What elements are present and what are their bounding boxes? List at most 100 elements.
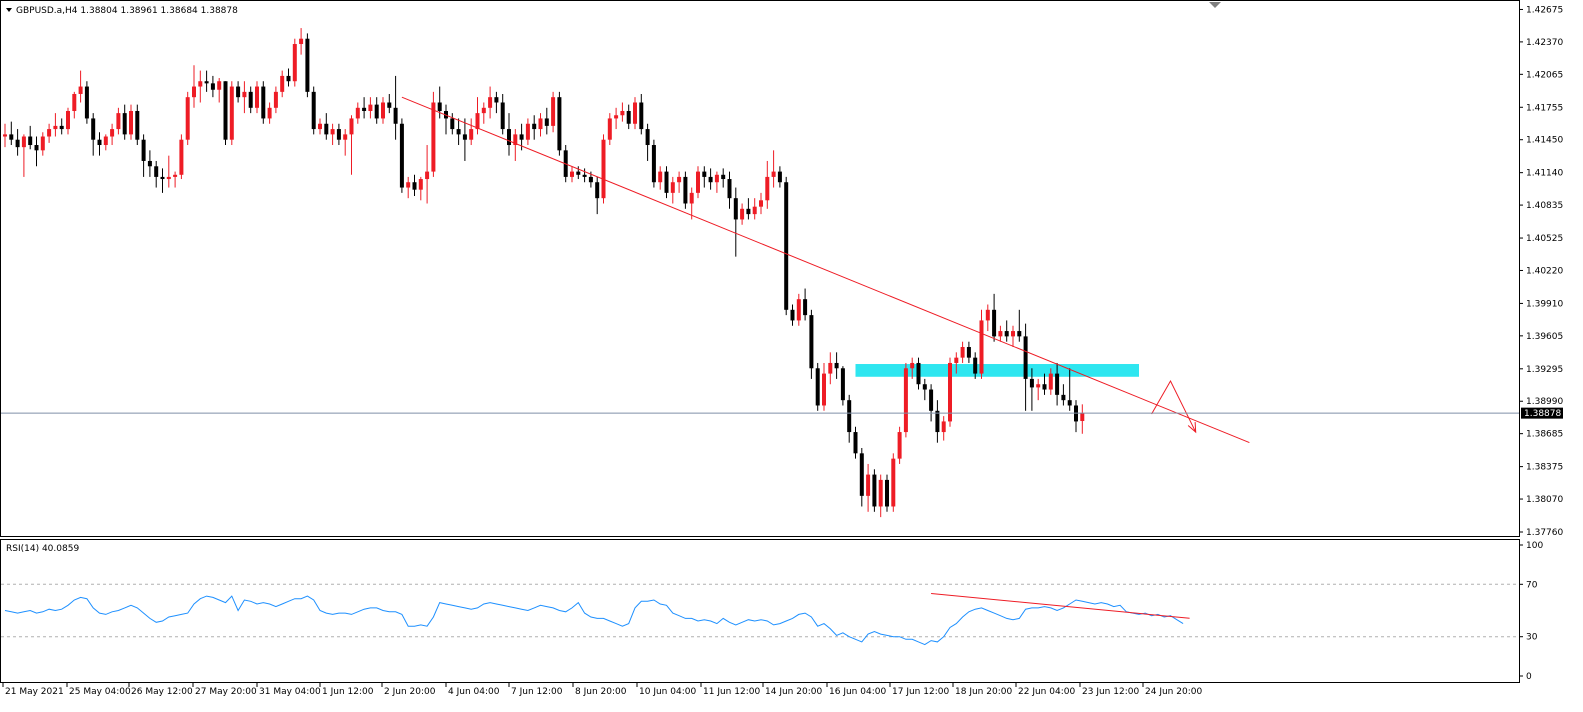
- time-tick-label: 24 Jun 20:00: [1145, 687, 1202, 697]
- candle-body: [110, 129, 115, 137]
- candle-body: [935, 410, 940, 433]
- candle-body: [286, 75, 291, 82]
- candle-body: [475, 113, 480, 130]
- candle-body: [368, 104, 373, 111]
- candle-body: [374, 104, 379, 119]
- chart-canvas: GBPUSD.a,H4 1.38804 1.38961 1.38684 1.38…: [0, 0, 1563, 697]
- candle-body: [387, 102, 392, 108]
- candle-body: [633, 102, 637, 124]
- candle-body: [255, 86, 259, 108]
- candle-body: [651, 145, 656, 183]
- candle-body: [292, 44, 297, 82]
- candle-body: [708, 176, 713, 183]
- time-tick-label: 4 Jun 04:00: [448, 687, 500, 697]
- candle-body: [885, 479, 889, 507]
- candle-body: [897, 432, 902, 459]
- candle-body: [198, 81, 203, 87]
- rsi-header: RSI(14) 40.0859: [6, 544, 79, 554]
- candle-body: [59, 125, 64, 130]
- candle-body: [261, 86, 266, 119]
- candle-body: [9, 134, 14, 140]
- candle-body: [173, 174, 178, 177]
- time-tick-label: 26 May 12:00: [131, 687, 193, 697]
- price-tick-label: 1.41450: [1526, 136, 1563, 146]
- candle-body: [311, 91, 316, 130]
- candle-body: [1017, 331, 1022, 337]
- price-tick-label: 1.42065: [1526, 70, 1563, 80]
- price-tick-label: 1.41755: [1526, 103, 1563, 113]
- price-tick-label: 1.38375: [1526, 463, 1563, 473]
- candle-body: [122, 113, 127, 135]
- candle-body: [853, 432, 858, 454]
- candle-body: [412, 182, 417, 190]
- candle-body: [998, 331, 1003, 337]
- candle-body: [223, 81, 228, 140]
- candle-body: [620, 110, 625, 116]
- rsi-tick-label: 70: [1526, 580, 1538, 590]
- candle-body: [872, 474, 877, 507]
- candle-body: [740, 208, 745, 220]
- time-tick-label: 25 May 04:00: [69, 687, 131, 697]
- time-tick-label: 7 Jun 12:00: [511, 687, 563, 697]
- candle-body: [1080, 413, 1085, 422]
- candle-body: [815, 368, 820, 406]
- candle-body: [803, 299, 808, 316]
- candle-body: [349, 118, 354, 135]
- candle-body: [192, 86, 196, 98]
- candle-body: [28, 136, 33, 146]
- candle-body: [229, 86, 234, 140]
- candle-body: [1036, 384, 1041, 388]
- candle-body: [450, 118, 455, 130]
- price-axis: 1.42675 1.42370 1.42065 1.41755 1.41450 1.411…: [1519, 5, 1563, 538]
- time-tick-label: 22 Jun 04:00: [1018, 687, 1075, 697]
- candle-body: [847, 400, 852, 433]
- candle-body: [242, 91, 247, 98]
- candle-body: [84, 86, 89, 119]
- candle-body: [588, 176, 593, 183]
- time-tick-label: 2 Jun 20:00: [384, 687, 436, 697]
- candle-body: [425, 171, 430, 180]
- candle-body: [500, 102, 505, 130]
- price-tick-label: 1.38990: [1526, 397, 1563, 407]
- candle-body: [248, 91, 253, 108]
- candle-body: [639, 102, 644, 130]
- candle-body: [481, 107, 486, 114]
- candle-body: [91, 118, 96, 140]
- candle-body: [538, 118, 543, 130]
- candle-body: [859, 453, 864, 496]
- candle-body: [1042, 384, 1047, 390]
- candle-body: [1067, 400, 1072, 406]
- rsi-tick-label: 100: [1526, 541, 1543, 551]
- rsi-pane-frame: [0, 539, 1520, 683]
- price-tick-label: 1.40220: [1526, 266, 1563, 276]
- candle-body: [966, 347, 971, 358]
- candle-body: [1023, 336, 1028, 379]
- candle-body: [217, 81, 222, 90]
- candle-body: [891, 458, 896, 507]
- candle-body: [696, 171, 700, 193]
- candle-body: [324, 123, 329, 135]
- time-tick-label: 1 Jun 12:00: [322, 687, 374, 697]
- price-tick-label: 1.37760: [1526, 528, 1563, 538]
- candle-body: [822, 373, 826, 406]
- symbol-header: GBPUSD.a,H4 1.38804 1.38961 1.38684 1.38…: [16, 6, 238, 16]
- candle-body: [1061, 394, 1066, 401]
- candle-body: [3, 134, 7, 137]
- candle-body: [519, 134, 524, 140]
- time-axis: 21 May 2021 25 May 04:00 26 May 12:00 27 Ma…: [2, 683, 1202, 697]
- candle-body: [160, 176, 165, 180]
- candle-body: [305, 38, 310, 92]
- candle-body: [903, 368, 908, 433]
- candle-body: [557, 97, 562, 151]
- price-tick-label: 1.42675: [1526, 5, 1563, 15]
- candle-body: [355, 107, 360, 119]
- candle-body: [15, 139, 20, 148]
- candle-body: [525, 123, 530, 140]
- candle-body: [979, 320, 984, 374]
- price-tick-label: 1.38070: [1526, 495, 1563, 505]
- candle-body: [828, 362, 833, 374]
- candle-body: [752, 206, 757, 215]
- candle-body: [910, 362, 915, 369]
- candle-body: [135, 110, 140, 140]
- time-tick-label: 27 May 20:00: [195, 687, 257, 697]
